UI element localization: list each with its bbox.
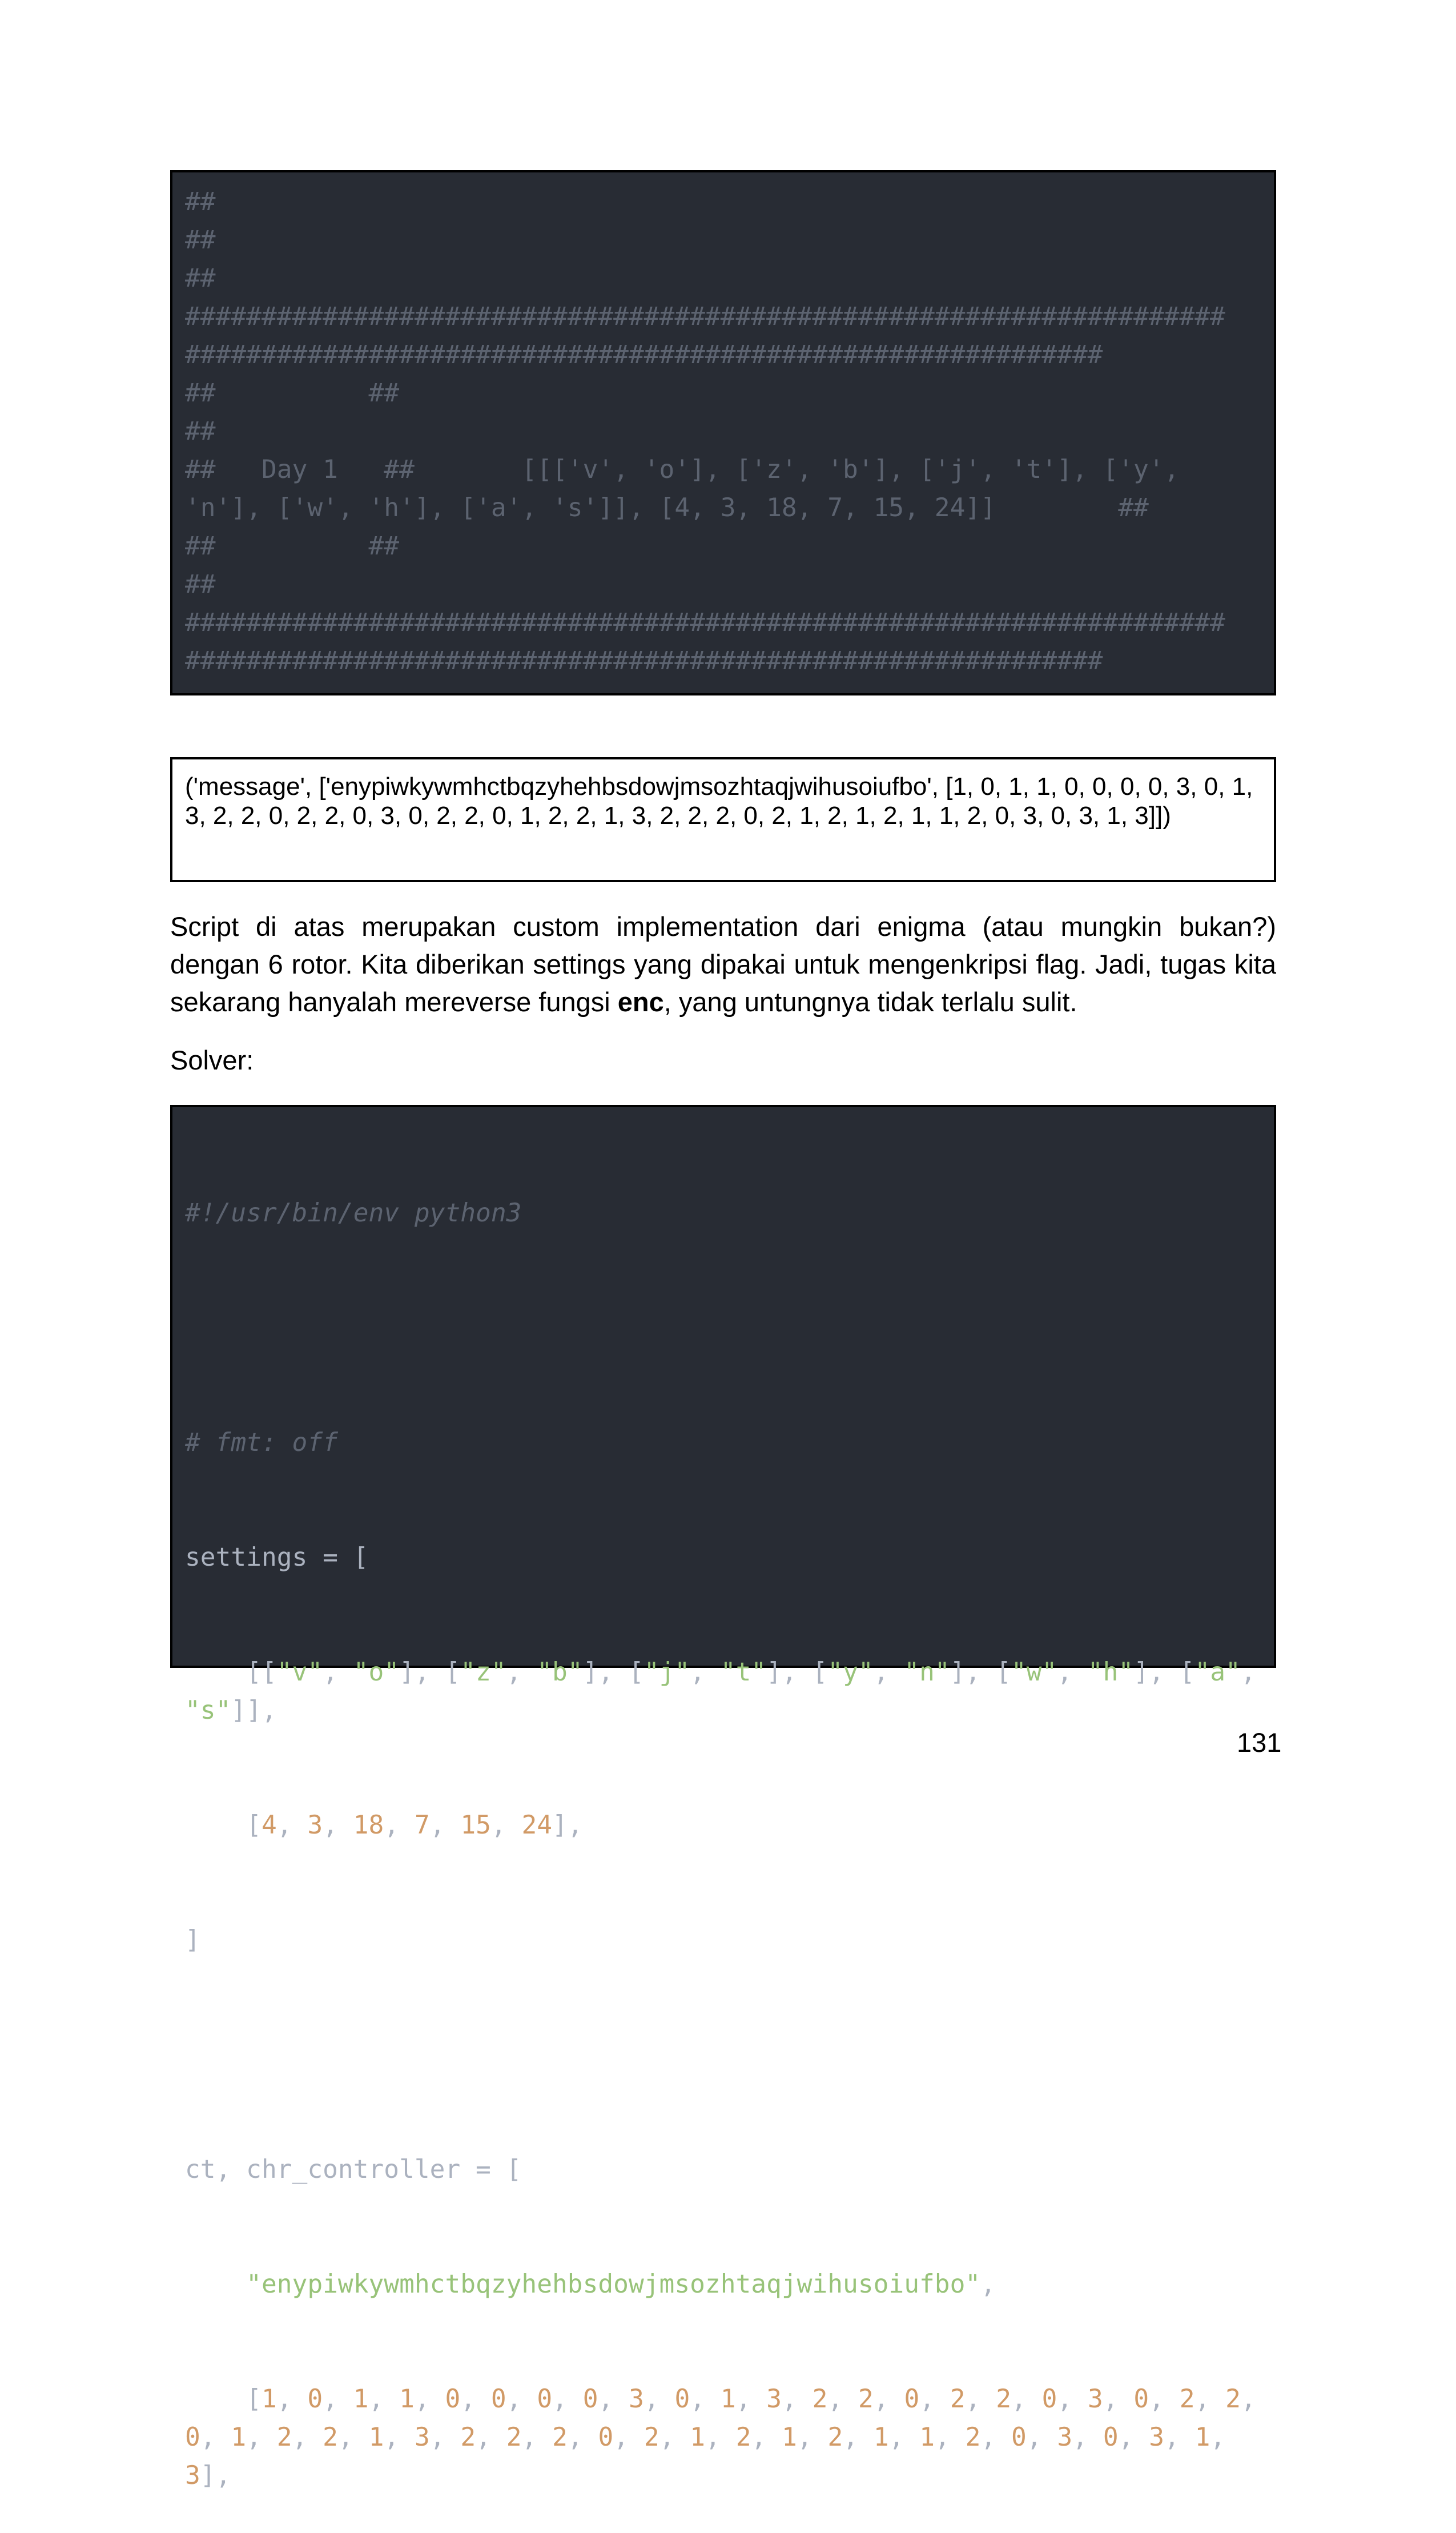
number-literal: 0 [1133,2385,1149,2414]
number-literal: 0 [904,2385,920,2414]
paragraph-bold-enc: enc [617,987,664,1017]
string-literal: "b" [537,1658,583,1687]
number-literal: 3 [414,2423,430,2452]
banner-line: ## [185,417,216,446]
banner-line: 'n'], ['w', 'h'], ['a', 's']], [4, 3, 18… [185,493,1149,522]
banner-line: ## [185,570,216,599]
shebang-line: #!/usr/bin/env python3 [185,1199,522,1228]
banner-line: ########################################… [185,302,1225,331]
string-literal: "j" [643,1658,690,1687]
settings-open-line: settings = [ [185,1543,369,1572]
number-literal: 2 [965,2423,981,2452]
number-literal: 1 [873,2423,889,2452]
string-literal: "o" [353,1658,400,1687]
ct-string-line: "enypiwkywmhctbqzyhehbsdowjmsozhtaqjwihu… [246,2270,996,2299]
ct-open-line: ct, chr_controller = [ [185,2155,522,2184]
number-literal: 2 [858,2385,874,2414]
number-literal: 3 [1057,2423,1073,2452]
controller-line: [1, 0, 1, 1, 0, 0, 0, 0, 3, 0, 1, 3, 2, … [185,2385,1272,2490]
number-literal: 0 [185,2423,200,2452]
output-box: ('message', ['enypiwkywmhctbqzyhehbsdowj… [170,757,1276,882]
number-literal: 4 [261,1811,277,1840]
settings-pairs-line: [["v", "o"], ["z", "b"], ["j", "t"], ["y… [185,1658,1272,1725]
number-literal: 2 [506,2423,522,2452]
banner-line: ########################################… [185,340,1103,369]
number-literal: 18 [353,1811,384,1840]
number-literal: 2 [323,2423,338,2452]
number-literal: 0 [490,2385,506,2414]
number-literal: 1 [353,2385,369,2414]
code-block-ascii-banner: ## ## ## ##################################… [170,170,1276,695]
settings-numbers-line: [4, 3, 18, 7, 15, 24], [185,1811,583,1840]
banner-line: ## Day 1 ## [[['v', 'o'], ['z', 'b'], ['… [185,455,1180,484]
number-literal: 2 [1225,2385,1241,2414]
string-literal: "w" [1011,1658,1057,1687]
string-literal: "y" [827,1658,874,1687]
number-literal: 3 [307,1811,323,1840]
number-literal: 2 [735,2423,751,2452]
banner-line: ## [185,226,216,255]
page-number: 131 [1237,1727,1282,1758]
string-literal: "h" [1087,1658,1134,1687]
number-literal: 2 [552,2423,568,2452]
solver-label: Solver: [170,1045,254,1075]
number-literal: 3 [766,2385,782,2414]
code-block-solver: #!/usr/bin/env python3 # fmt: off settin… [170,1105,1276,2490]
ct-string: "enypiwkywmhctbqzyhehbsdowjmsozhtaqjwihu… [246,2270,981,2299]
number-literal: 3 [629,2385,644,2414]
banner-line: ## [185,187,216,216]
number-literal: 0 [598,2423,614,2452]
number-literal: 0 [582,2385,598,2414]
banner-line: ## ## [185,379,400,408]
number-literal: 0 [307,2385,323,2414]
banner-line: ########################################… [185,608,1225,637]
number-literal: 1 [782,2423,797,2452]
settings-close-line: ] [185,1925,200,1955]
number-literal: 0 [1041,2385,1057,2414]
number-literal: 1 [690,2423,706,2452]
number-literal: 0 [1103,2423,1119,2452]
number-literal: 2 [812,2385,828,2414]
number-literal: 2 [643,2423,659,2452]
number-literal: 3 [185,2461,200,2490]
number-literal: 15 [460,1811,491,1840]
banner-line: ## [185,264,216,293]
number-literal: 24 [521,1811,553,1840]
string-literal: "v" [276,1658,323,1687]
number-literal: 1 [399,2385,415,2414]
number-literal: 3 [1149,2423,1164,2452]
number-literal: 2 [460,2423,476,2452]
number-literal: 0 [537,2385,553,2414]
string-literal: "z" [460,1658,506,1687]
explanation-paragraph: Script di atas merupakan custom implemen… [170,908,1276,1021]
number-literal: 0 [1011,2423,1027,2452]
number-literal: 0 [674,2385,690,2414]
number-literal: 1 [919,2423,935,2452]
paragraph-text-2: , yang untungnya tidak terlalu sulit. [663,987,1077,1017]
number-literal: 0 [445,2385,461,2414]
string-literal: "a" [1194,1658,1241,1687]
banner-line: ## ## [185,532,400,561]
fmt-comment-line: # fmt: off [185,1428,338,1457]
string-literal: "s" [185,1696,231,1725]
number-literal: 2 [996,2385,1012,2414]
number-literal: 1 [1194,2423,1210,2452]
number-literal: 3 [1088,2385,1103,2414]
number-literal: 1 [720,2385,736,2414]
number-literal: 2 [1179,2385,1195,2414]
number-literal: 2 [276,2423,292,2452]
number-literal: 1 [368,2423,384,2452]
string-literal: "n" [904,1658,950,1687]
number-literal: 2 [827,2423,843,2452]
number-literal: 7 [414,1811,430,1840]
number-literal: 2 [950,2385,966,2414]
banner-line: ########################################… [185,646,1103,676]
string-literal: "t" [720,1658,767,1687]
number-literal: 1 [231,2423,247,2452]
number-literal: 1 [261,2385,277,2414]
